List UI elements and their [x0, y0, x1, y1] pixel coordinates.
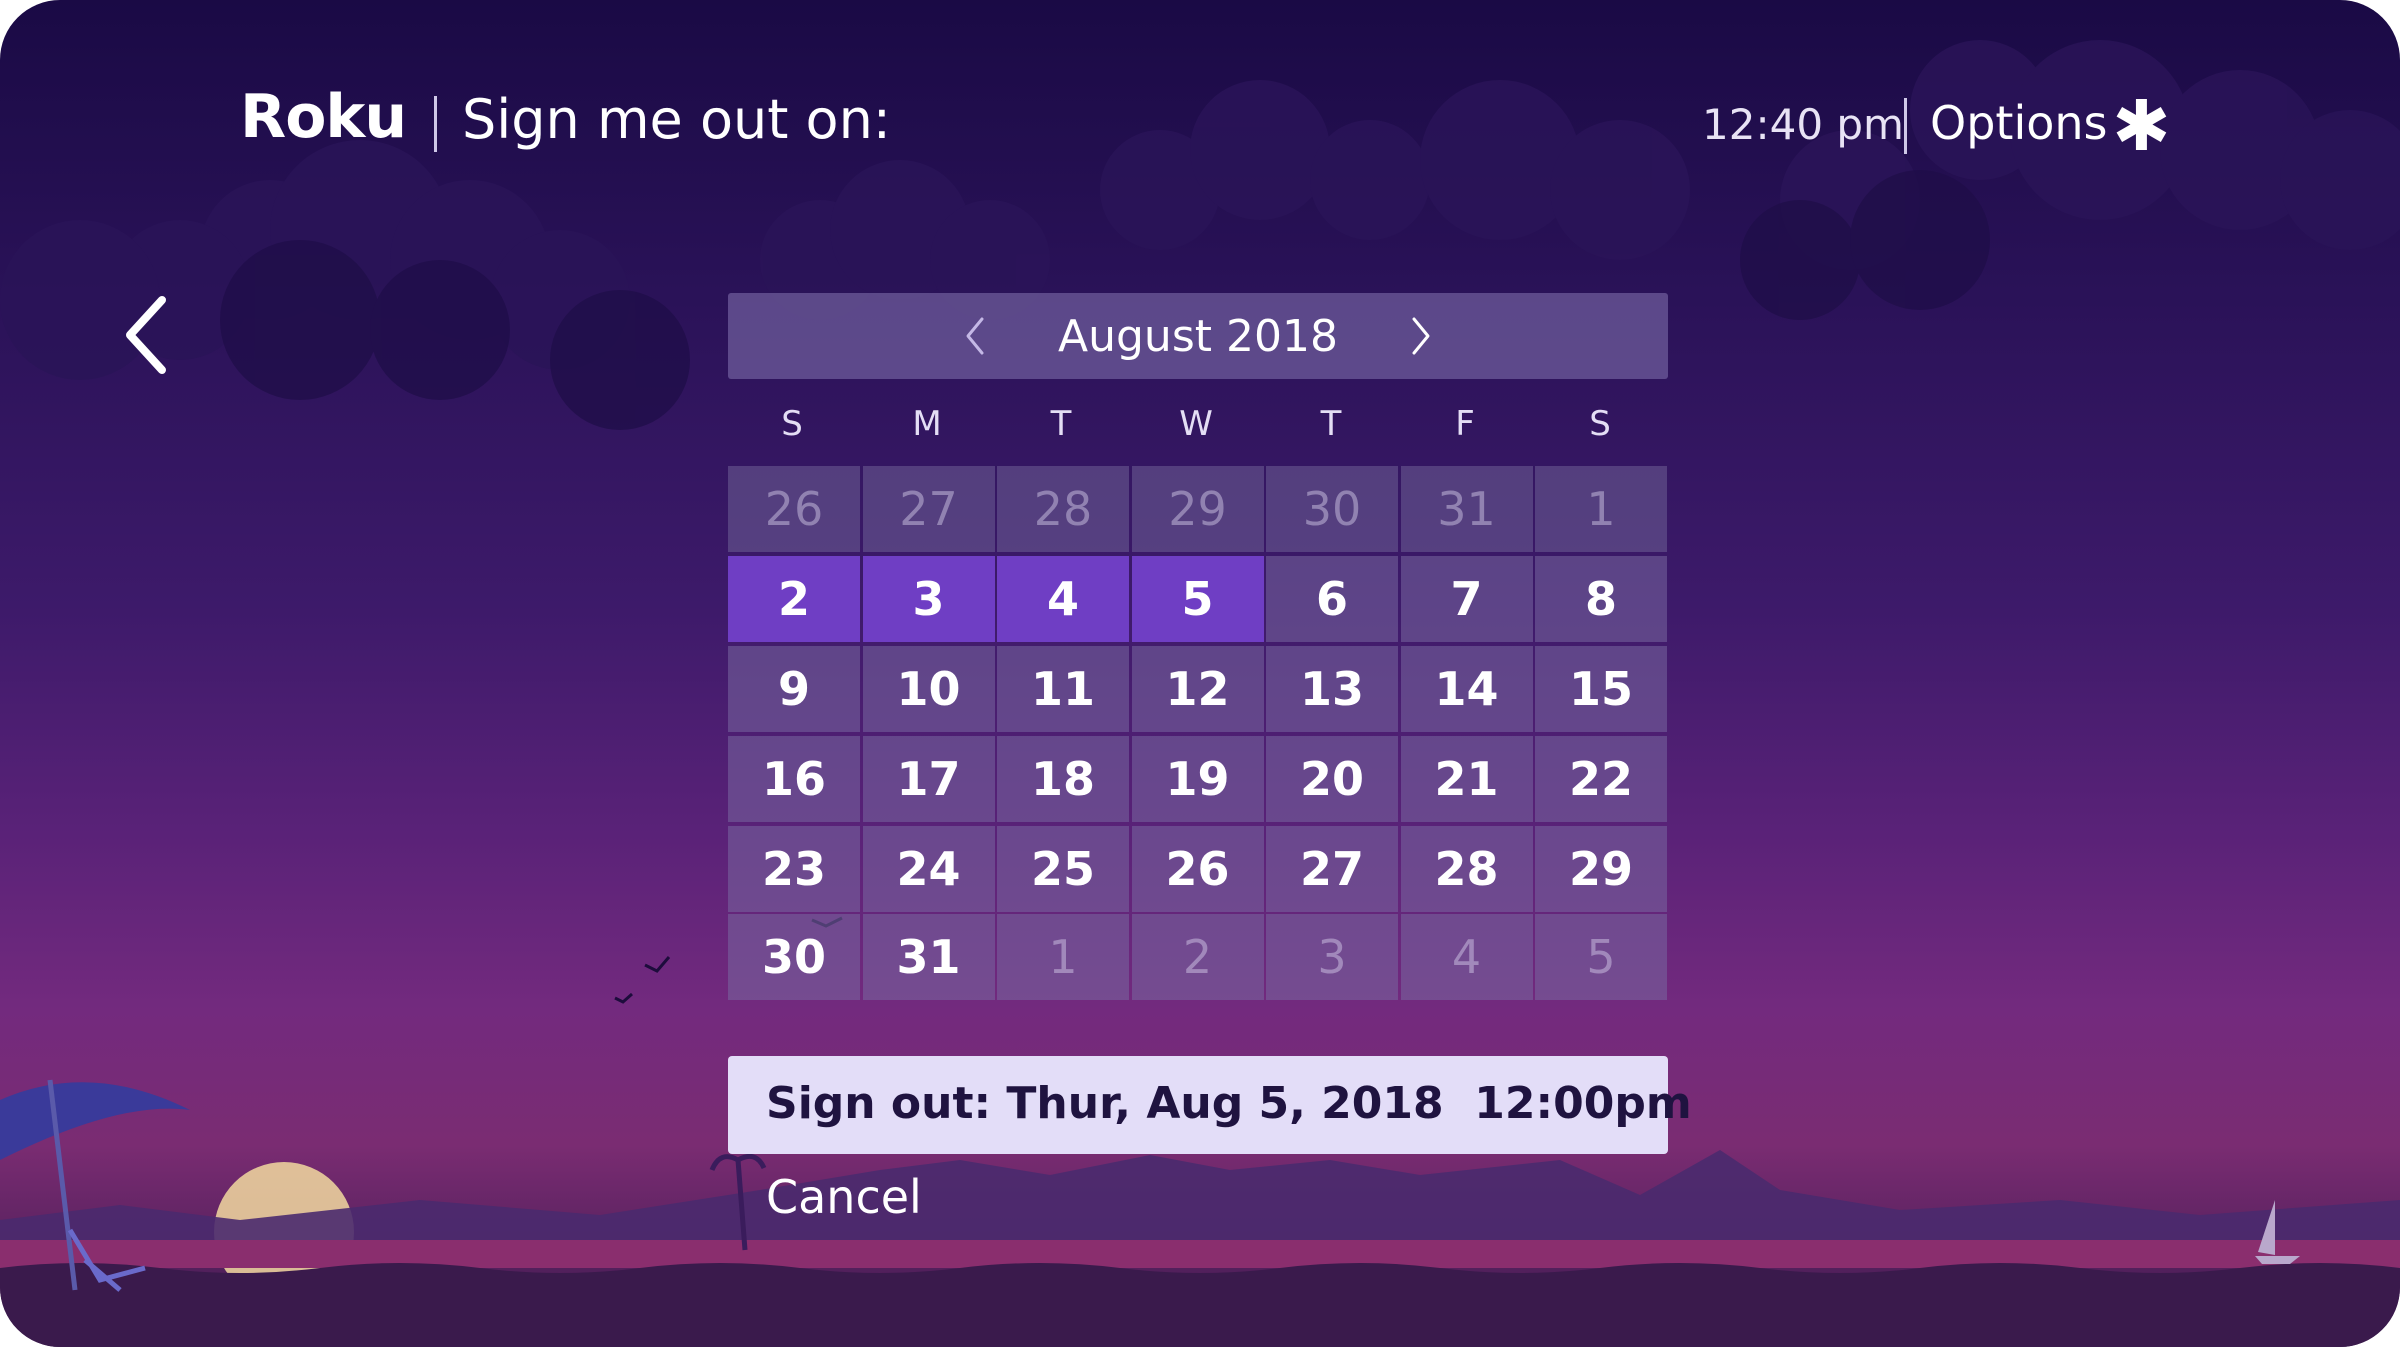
- calendar-day[interactable]: 22: [1535, 736, 1667, 822]
- cancel-button[interactable]: Cancel: [766, 1170, 922, 1224]
- calendar-day[interactable]: 28: [1400, 826, 1533, 912]
- mountains: [0, 1150, 2400, 1250]
- screen: Roku Sign me out on: 12:40 pm Options ✱ …: [0, 0, 2400, 1347]
- calendar-day[interactable]: 26: [1131, 826, 1264, 912]
- calendar-day[interactable]: 25: [997, 826, 1129, 912]
- weekday-label: T: [1320, 404, 1342, 444]
- calendar-day[interactable]: 10: [862, 646, 995, 732]
- weekday-label: M: [912, 404, 942, 444]
- calendar-day[interactable]: 12: [1131, 646, 1264, 732]
- calendar-day[interactable]: 8: [1535, 556, 1667, 642]
- calendar-day[interactable]: 16: [728, 736, 860, 822]
- calendar-day-selected[interactable]: 3: [862, 556, 995, 642]
- calendar-day: 31: [1400, 466, 1533, 552]
- calendar-day[interactable]: 18: [997, 736, 1129, 822]
- calendar-day[interactable]: 23: [728, 826, 860, 912]
- star-icon[interactable]: ✱: [2112, 91, 2171, 161]
- weekday-label: W: [1179, 404, 1213, 444]
- calendar-day-selected[interactable]: 5: [1131, 556, 1264, 642]
- water-band: [0, 1240, 2400, 1268]
- header-divider-right: [1904, 98, 1907, 154]
- calendar-day: 2: [1131, 914, 1264, 1000]
- weekday-label: S: [1589, 404, 1611, 444]
- calendar-day[interactable]: 7: [1400, 556, 1533, 642]
- back-chevron-left-icon[interactable]: [110, 290, 190, 380]
- weekday-label: T: [1050, 404, 1072, 444]
- calendar-day[interactable]: 6: [1266, 556, 1398, 642]
- roku-logo: Roku: [240, 82, 407, 152]
- calendar-day[interactable]: 24: [862, 826, 995, 912]
- header-divider: [434, 96, 437, 152]
- calendar-day: 1: [997, 914, 1129, 1000]
- signout-confirm-button[interactable]: Sign out: Thur, Aug 5, 2018 12:00pm: [728, 1056, 1692, 1154]
- calendar-day[interactable]: 30: [728, 914, 860, 1000]
- calendar-month-label: August 2018: [1058, 311, 1338, 362]
- calendar-day[interactable]: 27: [1266, 826, 1398, 912]
- calendar-day[interactable]: 19: [1131, 736, 1264, 822]
- weekday-label: F: [1455, 404, 1475, 444]
- calendar-header: August 2018: [728, 293, 1668, 379]
- calendar-day-selected[interactable]: 4: [997, 556, 1129, 642]
- calendar-day: 5: [1535, 914, 1667, 1000]
- calendar-day[interactable]: 13: [1266, 646, 1398, 732]
- calendar-day-selected[interactable]: 2: [728, 556, 860, 642]
- calendar-day: 26: [728, 466, 860, 552]
- calendar-day[interactable]: 11: [997, 646, 1129, 732]
- calendar-day[interactable]: 15: [1535, 646, 1667, 732]
- calendar-day[interactable]: 20: [1266, 736, 1398, 822]
- calendar-day: 1: [1535, 466, 1667, 552]
- weekday-label: S: [781, 404, 803, 444]
- options-button[interactable]: Options: [1930, 96, 2108, 150]
- calendar-day: 28: [997, 466, 1129, 552]
- calendar-day[interactable]: 29: [1535, 826, 1667, 912]
- calendar-day: 4: [1400, 914, 1533, 1000]
- calendar-day: 3: [1266, 914, 1398, 1000]
- calendar-day[interactable]: 17: [862, 736, 995, 822]
- calendar-day[interactable]: 21: [1400, 736, 1533, 822]
- clock: 12:40 pm: [1702, 100, 1904, 149]
- calendar-day[interactable]: 9: [728, 646, 860, 732]
- prev-month-chevron-left-icon[interactable]: [956, 313, 996, 359]
- next-month-chevron-right-icon[interactable]: [1400, 313, 1440, 359]
- calendar-day[interactable]: 14: [1400, 646, 1533, 732]
- calendar-day[interactable]: 31: [862, 914, 995, 1000]
- signout-label: Sign out: Thur, Aug 5, 2018 12:00pm: [766, 1078, 1692, 1129]
- calendar-day: 27: [862, 466, 995, 552]
- page-title: Sign me out on:: [462, 88, 891, 151]
- calendar-day: 30: [1266, 466, 1398, 552]
- calendar-day: 29: [1131, 466, 1264, 552]
